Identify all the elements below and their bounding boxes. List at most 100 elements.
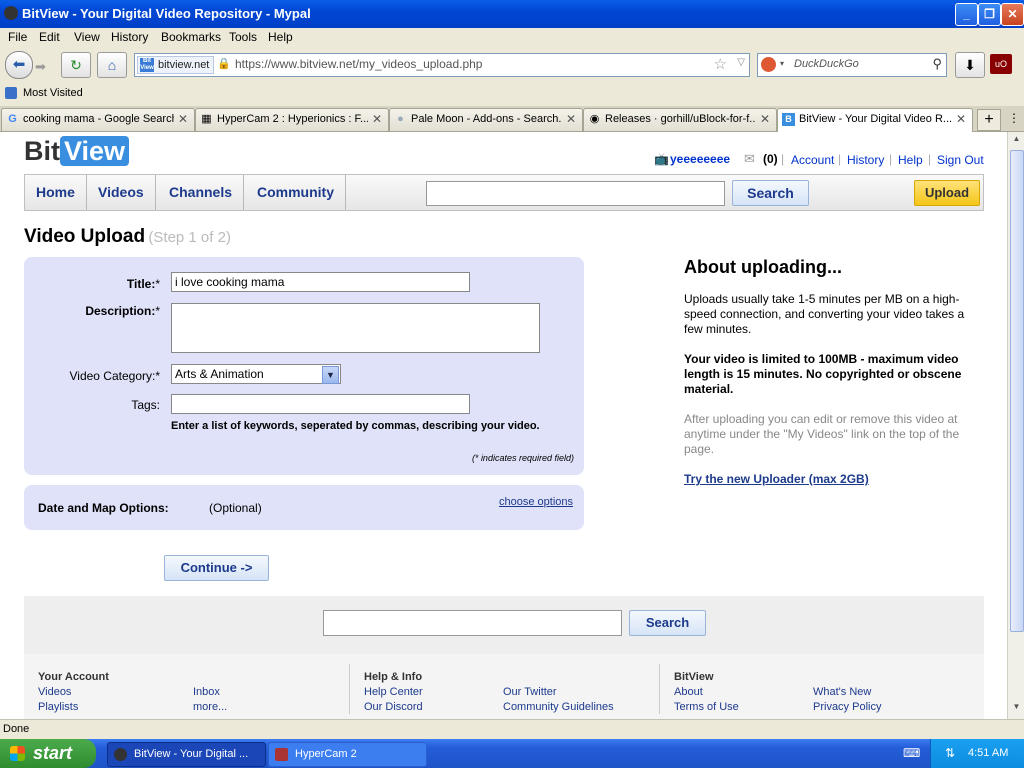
duckduckgo-icon[interactable] [761,57,776,72]
footer-discord-link[interactable]: Our Discord [364,701,423,713]
menu-history[interactable]: History [111,30,148,44]
footer-terms-link[interactable]: Terms of Use [674,701,739,713]
ublock-icon[interactable]: uO [990,54,1012,74]
start-label: start [33,743,73,763]
footer-privacy-link[interactable]: Privacy Policy [813,701,881,713]
home-icon[interactable]: ⌂ [97,52,127,78]
pale-moon-icon: ● [397,113,404,125]
footer-search-button[interactable]: Search [629,610,706,636]
close-tab-icon[interactable]: ✕ [956,109,966,130]
history-link[interactable]: History [847,153,884,167]
upload-button[interactable]: Upload [914,180,980,206]
network-icon[interactable]: ⇅ [945,746,955,760]
scroll-down-arrow-icon[interactable]: ▼ [1010,702,1023,715]
nav-community[interactable]: Community [246,175,346,210]
taskbar-item-label: HyperCam 2 [295,748,357,760]
scroll-thumb[interactable] [1010,150,1024,632]
search-icon[interactable]: ⚲ [932,56,942,72]
address-bar[interactable]: Bit View bitview.net 🔒 https://www.bitvie… [134,53,750,77]
menu-edit[interactable]: Edit [39,30,60,44]
new-tab-plus-icon[interactable]: + [977,109,1001,131]
footer-videos-link[interactable]: Videos [38,686,71,698]
username-link[interactable]: yeeeeeeee [670,152,730,166]
footer-search-input[interactable] [323,610,622,636]
back-arrow-icon[interactable]: ⬅ [5,51,33,79]
site-identity[interactable]: Bit View bitview.net [137,56,215,74]
page-scrollbar[interactable]: ▲ ▼ [1007,132,1024,719]
about-panel: About uploading... Uploads usually take … [684,257,974,486]
chevron-down-icon[interactable]: ▼ [322,366,339,384]
footer-your-account-heading: Your Account [38,671,109,683]
page-title: Video Upload [24,226,146,247]
footer-help-center-link[interactable]: Help Center [364,686,423,698]
taskbar-item-hypercam[interactable]: HyperCam 2 [268,742,427,767]
tab-pale-moon-addons[interactable]: ● Pale Moon - Add-ons - Search... ✕ [389,108,583,131]
menu-tools[interactable]: Tools [229,30,257,44]
reload-icon[interactable]: ↻ [61,52,91,78]
new-uploader-link[interactable]: Try the new Uploader (max 2GB) [684,472,974,486]
messages-count[interactable]: (0) [763,152,778,166]
description-textarea[interactable] [171,303,540,353]
close-tab-icon[interactable]: ✕ [178,109,188,130]
tab-google-search[interactable]: G cooking mama - Google Search ✕ [1,108,195,131]
bitview-logo[interactable]: Bit View [24,136,130,167]
footer-about-link[interactable]: About [674,686,703,698]
tab-bitview[interactable]: B BitView - Your Digital Video R... ✕ [777,108,973,132]
forward-arrow-icon[interactable]: ➡ [35,59,46,75]
clock[interactable]: 4:51 AM [968,747,1008,759]
start-button[interactable]: start [0,739,96,768]
bookmarks-toolbar: Most Visited [0,83,1024,107]
tags-help-text: Enter a list of keywords, seperated by c… [171,420,540,432]
help-link[interactable]: Help [898,153,923,167]
nav-home[interactable]: Home [25,175,87,210]
search-engine-box[interactable]: ▾ DuckDuckGo ⚲ [757,53,947,77]
close-window-button[interactable]: ✕ [1001,3,1024,26]
scroll-up-arrow-icon[interactable]: ▲ [1010,134,1023,147]
tags-input[interactable] [171,394,470,414]
mail-icon[interactable]: ✉ [744,151,755,167]
tab-label: cooking mama - Google Search [23,113,174,125]
nav-videos[interactable]: Videos [87,175,156,210]
about-paragraph-1: Uploads usually take 1-5 minutes per MB … [684,292,965,336]
url-dropdown-icon[interactable]: ▽ [737,57,745,68]
minimize-button[interactable]: _ [955,3,978,26]
close-tab-icon[interactable]: ✕ [566,109,576,130]
close-tab-icon[interactable]: ✕ [760,109,770,130]
status-text: Done [3,723,30,735]
menu-file[interactable]: File [8,30,27,44]
menu-help[interactable]: Help [268,30,293,44]
footer-more-link[interactable]: more... [193,701,227,713]
window-title: BitView - Your Digital Video Repository … [22,6,311,21]
category-select[interactable]: Arts & Animation ▼ [171,364,341,384]
sign-out-link[interactable]: Sign Out [937,153,984,167]
keyboard-icon[interactable]: ⌨ [903,746,920,760]
engine-dropdown-icon[interactable]: ▾ [780,59,784,68]
menu-view[interactable]: View [74,30,100,44]
url-text[interactable]: https://www.bitview.net/my_videos_upload… [235,57,482,71]
menu-bookmarks[interactable]: Bookmarks [161,30,221,44]
footer-guidelines-link[interactable]: Community Guidelines [503,701,614,713]
window-titlebar[interactable]: BitView - Your Digital Video Repository … [0,0,1024,28]
account-link[interactable]: Account [791,153,834,167]
footer-whats-new-link[interactable]: What's New [813,686,871,698]
title-input[interactable]: i love cooking mama [171,272,470,292]
tab-hypercam[interactable]: ▦ HyperCam 2 : Hyperionics : F... ✕ [195,108,389,131]
site-search-button[interactable]: Search [732,180,809,206]
footer-inbox-link[interactable]: Inbox [193,686,220,698]
download-icon[interactable]: ⬇ [955,52,985,78]
tab-github-releases[interactable]: ◉ Releases · gorhill/uBlock-for-f... ✕ [583,108,777,131]
nav-channels[interactable]: Channels [158,175,245,210]
restore-button[interactable]: ❐ [978,3,1001,26]
bookmark-star-icon[interactable]: ☆ [714,55,727,73]
most-visited-bookmark[interactable]: Most Visited [23,87,83,99]
footer-playlists-link[interactable]: Playlists [38,701,78,713]
divider: | [838,152,842,166]
close-tab-icon[interactable]: ✕ [372,109,382,130]
continue-button[interactable]: Continue -> [164,555,269,581]
footer-twitter-link[interactable]: Our Twitter [503,686,557,698]
choose-options-link[interactable]: choose options [499,496,573,508]
footer-search-area: Search [24,596,984,654]
tab-list-icon[interactable]: ⋮ [1008,111,1020,125]
taskbar-item-bitview[interactable]: BitView - Your Digital ... [107,742,266,767]
site-search-input[interactable] [426,181,725,206]
